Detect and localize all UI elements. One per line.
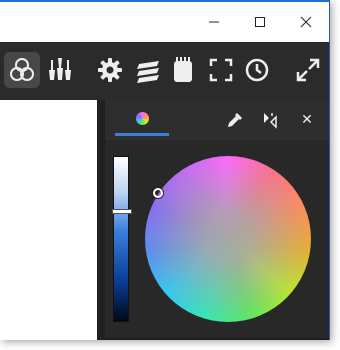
brushes-icon: [49, 58, 71, 80]
settings-button[interactable]: [92, 52, 128, 88]
main-toolbar: [0, 42, 329, 100]
color-circles-button[interactable]: [4, 52, 40, 88]
eyedropper-icon: [228, 113, 242, 127]
gear-icon: [98, 58, 122, 82]
color-wheel[interactable]: [145, 156, 311, 322]
close-window-button[interactable]: [283, 4, 329, 40]
notepad-icon: [174, 57, 192, 82]
fullscreen-icon: [209, 58, 233, 82]
panel-bottom-edge: [105, 338, 329, 340]
tab-color-wheel[interactable]: [115, 104, 169, 136]
history-button[interactable]: [239, 52, 275, 88]
expand-icon: [296, 58, 320, 82]
lightness-slider-handle[interactable]: [112, 209, 132, 215]
color-wheel-icon: [135, 112, 149, 125]
swap-colors-button[interactable]: [258, 108, 282, 132]
maximize-icon: [255, 17, 265, 27]
color-panel: ✕: [105, 100, 329, 340]
title-bar: [0, 0, 329, 42]
minimize-button[interactable]: [191, 4, 237, 40]
lightness-slider[interactable]: [112, 156, 132, 322]
layers-button[interactable]: [130, 52, 166, 88]
eyedropper-button[interactable]: [223, 108, 247, 132]
panel-splitter[interactable]: [97, 100, 105, 340]
notepad-button[interactable]: [165, 52, 201, 88]
panel-close-button[interactable]: ✕: [295, 108, 319, 132]
clock-icon: [245, 58, 269, 82]
color-circles-icon: [10, 58, 34, 81]
minimize-icon: [209, 21, 219, 23]
panel-tab-bar: ✕: [105, 100, 329, 141]
color-picker: [105, 140, 329, 340]
drawing-canvas[interactable]: [0, 100, 97, 340]
app-window: ✕: [0, 0, 330, 340]
layers-icon: [137, 61, 159, 83]
maximize-button[interactable]: [237, 4, 283, 40]
color-wheel-marker[interactable]: [153, 188, 163, 198]
brushes-button[interactable]: [42, 52, 78, 88]
swap-icon: [264, 113, 277, 129]
close-icon: [300, 16, 312, 28]
expand-button[interactable]: [290, 52, 326, 88]
fullscreen-button[interactable]: [203, 52, 239, 88]
